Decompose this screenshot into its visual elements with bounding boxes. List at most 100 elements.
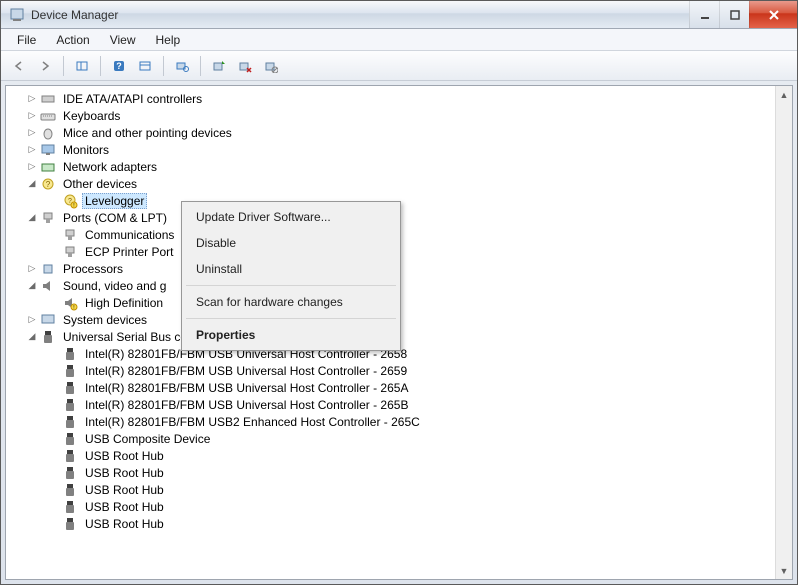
toolbar: ?: [1, 51, 797, 81]
toolbar-separator: [200, 56, 201, 76]
node-label: System devices: [60, 313, 150, 327]
tree-node-usb-child[interactable]: USB Root Hub: [8, 464, 775, 481]
context-menu: Update Driver Software... Disable Uninst…: [181, 201, 401, 351]
maximize-button[interactable]: [719, 1, 749, 28]
keyboard-icon: [40, 108, 56, 124]
close-button[interactable]: [749, 1, 797, 28]
tree-node-usb-child[interactable]: USB Composite Device: [8, 430, 775, 447]
expander-icon[interactable]: ▷: [26, 263, 38, 275]
help-button[interactable]: ?: [107, 54, 131, 78]
toolbar-separator: [163, 56, 164, 76]
expander-collapse-icon[interactable]: ◢: [26, 212, 38, 224]
node-label: USB Root Hub: [82, 500, 167, 514]
menu-file[interactable]: File: [7, 31, 46, 49]
tree-node-usb-child[interactable]: USB Root Hub: [8, 447, 775, 464]
window-buttons: [689, 1, 797, 28]
node-label: Sound, video and g: [60, 279, 169, 293]
usb-device-icon: [62, 465, 78, 481]
node-label: Processors: [60, 262, 126, 276]
menubar: File Action View Help: [1, 29, 797, 51]
ctx-properties[interactable]: Properties: [184, 322, 398, 348]
node-label: Intel(R) 82801FB/FBM USB Universal Host …: [82, 364, 410, 378]
monitor-icon: [40, 142, 56, 158]
tree-node-monitors[interactable]: ▷ Monitors: [8, 141, 775, 158]
tree-node-usb-child[interactable]: USB Root Hub: [8, 515, 775, 532]
node-label: Intel(R) 82801FB/FBM USB Universal Host …: [82, 398, 411, 412]
expander-icon[interactable]: ▷: [26, 314, 38, 326]
ctx-update-driver[interactable]: Update Driver Software...: [184, 204, 398, 230]
sound-icon: [40, 278, 56, 294]
device-manager-window: Device Manager File Action View Help ? ▷: [0, 0, 798, 585]
vertical-scrollbar[interactable]: ▲ ▼: [775, 86, 792, 579]
node-label: Mice and other pointing devices: [60, 126, 235, 140]
scroll-track[interactable]: [776, 103, 792, 562]
ctx-scan[interactable]: Scan for hardware changes: [184, 289, 398, 315]
expander-icon[interactable]: ▷: [26, 127, 38, 139]
toolbar-separator: [63, 56, 64, 76]
system-icon: [40, 312, 56, 328]
expander-icon[interactable]: ▷: [26, 161, 38, 173]
uninstall-button[interactable]: [233, 54, 257, 78]
node-label: IDE ATA/ATAPI controllers: [60, 92, 205, 106]
titlebar[interactable]: Device Manager: [1, 1, 797, 29]
node-label: ECP Printer Port: [82, 245, 176, 259]
tree-node-other[interactable]: ◢ ? Other devices: [8, 175, 775, 192]
node-label: USB Root Hub: [82, 466, 167, 480]
menu-help[interactable]: Help: [146, 31, 191, 49]
content-area: ▷ IDE ATA/ATAPI controllers ▷ Keyboards …: [5, 85, 793, 580]
minimize-button[interactable]: [689, 1, 719, 28]
node-label: High Definition: [82, 296, 166, 310]
scroll-down-button[interactable]: ▼: [776, 562, 792, 579]
usb-device-icon: [62, 346, 78, 362]
tree-node-usb-child[interactable]: Intel(R) 82801FB/FBM USB Universal Host …: [8, 379, 775, 396]
tree-node-network[interactable]: ▷ Network adapters: [8, 158, 775, 175]
node-label: Network adapters: [60, 160, 160, 174]
usb-device-icon: [62, 363, 78, 379]
expander-collapse-icon[interactable]: ◢: [26, 331, 38, 343]
usb-device-icon: [62, 448, 78, 464]
tree-node-usb-child[interactable]: USB Root Hub: [8, 498, 775, 515]
svg-text:!: !: [73, 203, 74, 209]
expander-collapse-icon[interactable]: ◢: [26, 178, 38, 190]
disable-button[interactable]: [259, 54, 283, 78]
expander-collapse-icon[interactable]: ◢: [26, 280, 38, 292]
update-driver-button[interactable]: [207, 54, 231, 78]
tree-node-usb-child[interactable]: Intel(R) 82801FB/FBM USB2 Enhanced Host …: [8, 413, 775, 430]
node-label: Keyboards: [60, 109, 123, 123]
tree-node-ide[interactable]: ▷ IDE ATA/ATAPI controllers: [8, 90, 775, 107]
usb-device-icon: [62, 431, 78, 447]
port-icon: [62, 227, 78, 243]
usb-device-icon: [62, 380, 78, 396]
unknown-device-icon: ?!: [62, 193, 78, 209]
properties-button[interactable]: [133, 54, 157, 78]
ctx-separator: [186, 318, 396, 319]
toolbar-separator: [100, 56, 101, 76]
usb-device-icon: [62, 499, 78, 515]
menu-view[interactable]: View: [100, 31, 146, 49]
other-icon: ?: [40, 176, 56, 192]
tree-node-keyboards[interactable]: ▷ Keyboards: [8, 107, 775, 124]
tree-node-usb-child[interactable]: Intel(R) 82801FB/FBM USB Universal Host …: [8, 362, 775, 379]
scroll-up-button[interactable]: ▲: [776, 86, 792, 103]
tree-node-mice[interactable]: ▷ Mice and other pointing devices: [8, 124, 775, 141]
scan-hardware-button[interactable]: [170, 54, 194, 78]
window-title: Device Manager: [31, 8, 689, 22]
svg-text:?: ?: [46, 180, 51, 189]
sound-warning-icon: !: [62, 295, 78, 311]
expander-icon[interactable]: ▷: [26, 93, 38, 105]
svg-text:!: !: [73, 305, 74, 311]
node-label: USB Root Hub: [82, 449, 167, 463]
forward-button[interactable]: [33, 54, 57, 78]
show-hide-tree-button[interactable]: [70, 54, 94, 78]
node-label: Monitors: [60, 143, 112, 157]
usb-device-icon: [62, 397, 78, 413]
tree-node-usb-child[interactable]: Intel(R) 82801FB/FBM USB Universal Host …: [8, 396, 775, 413]
expander-icon[interactable]: ▷: [26, 144, 38, 156]
ctx-uninstall[interactable]: Uninstall: [184, 256, 398, 282]
ctx-disable[interactable]: Disable: [184, 230, 398, 256]
tree-node-usb-child[interactable]: USB Root Hub: [8, 481, 775, 498]
menu-action[interactable]: Action: [46, 31, 99, 49]
back-button[interactable]: [7, 54, 31, 78]
expander-icon[interactable]: ▷: [26, 110, 38, 122]
device-tree[interactable]: ▷ IDE ATA/ATAPI controllers ▷ Keyboards …: [6, 86, 775, 579]
